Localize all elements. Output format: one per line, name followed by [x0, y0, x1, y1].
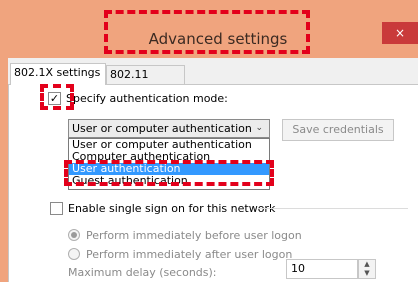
auth-option-user-or-computer[interactable]: User or computer authentication	[69, 139, 269, 151]
chevron-down-icon: ⌄	[255, 123, 263, 133]
dialog-title: Advanced settings	[148, 30, 288, 48]
max-delay-spinner[interactable]: ▲ ▼	[358, 259, 376, 279]
enable-sso-label: Enable single sign on for this network	[68, 202, 276, 215]
specify-auth-mode-checkbox[interactable]: ✓	[48, 92, 61, 105]
tab-802-11-settings[interactable]: 802.11 settings	[106, 65, 185, 99]
save-credentials-button[interactable]: Save credentials	[282, 119, 394, 141]
max-delay-label: Maximum delay (seconds):	[68, 266, 217, 279]
auth-option-guest[interactable]: Guest authentication	[69, 175, 269, 187]
perform-after-logon-radio[interactable]	[68, 248, 80, 260]
close-button[interactable]: ×	[382, 22, 418, 44]
perform-before-logon-radio[interactable]	[68, 229, 80, 241]
spin-up-icon[interactable]: ▲	[359, 260, 375, 269]
max-delay-input[interactable]: 10	[286, 259, 358, 279]
enable-sso-checkbox[interactable]	[50, 202, 63, 215]
advanced-settings-dialog: Advanced settings × 802.1X settings 802.…	[0, 0, 418, 282]
perform-before-logon-label: Perform immediately before user logon	[86, 229, 302, 242]
auth-mode-dropdown-list: User or computer authentication Computer…	[68, 138, 270, 190]
spin-down-icon[interactable]: ▼	[359, 269, 375, 278]
auth-mode-selected-value: User or computer authentication	[72, 122, 252, 135]
tab-802-1x-settings[interactable]: 802.1X settings	[10, 63, 106, 85]
auth-option-user[interactable]: User authentication	[69, 163, 269, 175]
auth-option-computer[interactable]: Computer authentication	[69, 151, 269, 163]
title-bar[interactable]: Advanced settings ×	[0, 0, 418, 58]
group-divider	[258, 208, 408, 209]
specify-auth-mode-label: Specify authentication mode:	[66, 92, 228, 105]
auth-mode-select[interactable]: User or computer authentication ⌄	[68, 119, 270, 138]
perform-after-logon-label: Perform immediately after user logon	[86, 248, 293, 261]
